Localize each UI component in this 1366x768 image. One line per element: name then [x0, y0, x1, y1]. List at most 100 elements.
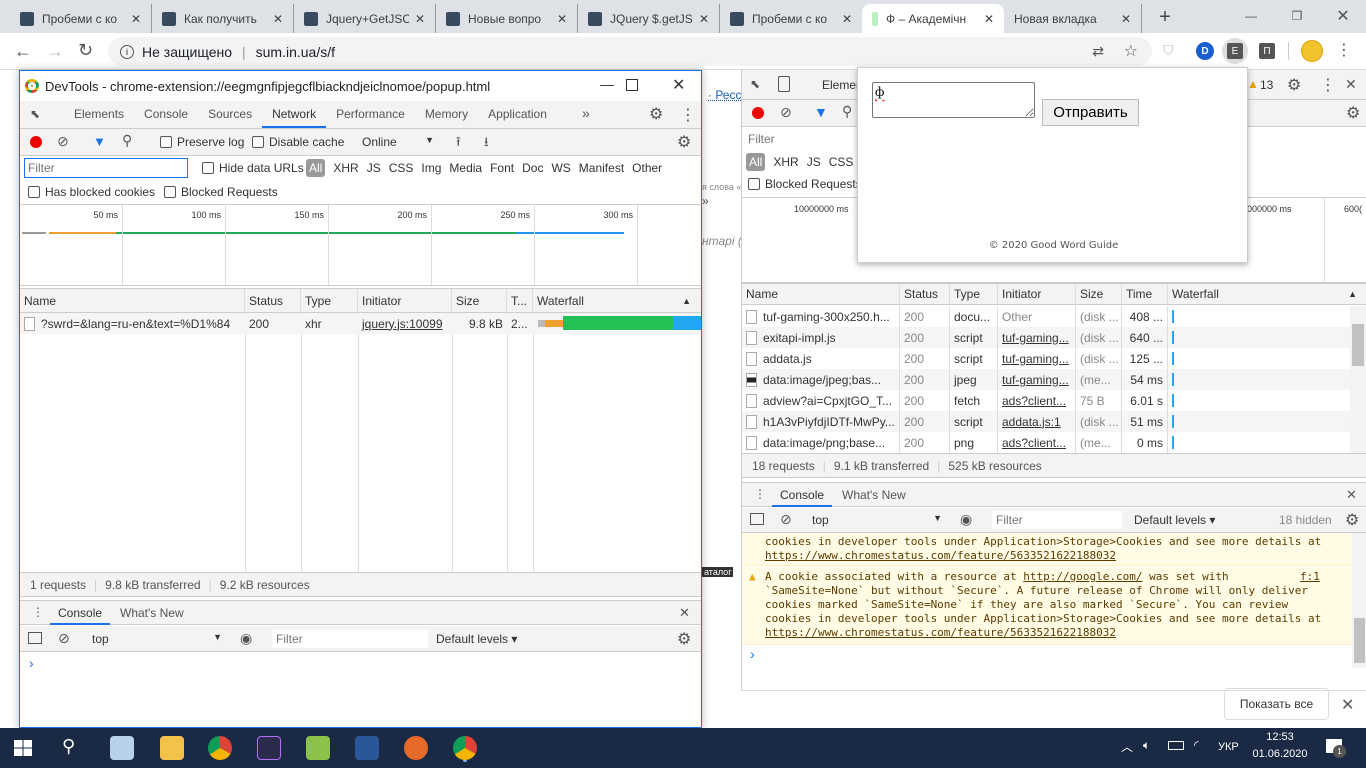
column-type[interactable]: Type — [950, 284, 998, 304]
console-settings-icon[interactable]: ⚙ — [1345, 510, 1359, 530]
more-panels-icon[interactable]: » — [582, 105, 590, 121]
clear-icon[interactable]: ⊘ — [780, 104, 792, 121]
filter-funnel-icon[interactable]: ▼ — [93, 134, 106, 149]
browser-tab[interactable]: Jquery+GetJSO ✕ — [294, 4, 436, 33]
table-row[interactable]: data:image/png;base... 200 png ads?client..… — [742, 432, 1350, 453]
record-icon[interactable] — [752, 107, 764, 119]
type-filter-all[interactable]: All — [746, 153, 766, 171]
back-arrow-icon[interactable]: ← — [14, 41, 32, 62]
tab-sources[interactable]: Sources — [198, 101, 262, 128]
reload-icon[interactable]: ↻ — [78, 40, 93, 61]
shield-extension-icon[interactable]: ⛉ — [1163, 42, 1174, 59]
tab-network[interactable]: Network — [262, 101, 327, 128]
console-prompt[interactable]: › — [29, 655, 34, 671]
eye-icon[interactable]: ◉ — [960, 511, 972, 528]
log-levels-select[interactable]: Default levels ▾ — [1134, 513, 1215, 527]
tab-close-icon[interactable]: ✕ — [699, 12, 709, 26]
taskbar-app-icon[interactable] — [404, 736, 428, 760]
close-downloads-icon[interactable]: ✕ — [1341, 695, 1354, 715]
tab-console[interactable]: Console — [134, 101, 198, 128]
has-blocked-cookies-checkbox[interactable]: Has blocked cookies — [28, 185, 155, 199]
extension-d-icon[interactable]: D — [1196, 42, 1214, 60]
network-filter-input[interactable] — [744, 129, 854, 149]
request-initiator[interactable]: jquery.js:10099 — [358, 313, 452, 334]
message-source-link[interactable]: f:1 — [1300, 570, 1320, 584]
column-size[interactable]: Size — [452, 289, 507, 312]
console-filter-input[interactable] — [272, 630, 428, 648]
submit-button[interactable]: Отправить — [1042, 99, 1139, 126]
tab-close-icon[interactable]: ✕ — [842, 12, 852, 26]
new-tab-button[interactable]: + — [1152, 4, 1178, 30]
type-filter-js[interactable]: JS — [807, 155, 821, 169]
battery-icon[interactable] — [1168, 741, 1184, 750]
disable-cache-checkbox[interactable]: Disable cache — [252, 135, 344, 149]
table-row[interactable]: tuf-gaming-300x250.h... 200 docu... Other (d… — [742, 306, 1350, 327]
browser-tab[interactable]: Пробеми с ко ✕ — [720, 4, 862, 33]
column-waterfall[interactable]: Waterfall ▲ — [533, 289, 701, 312]
browser-tab[interactable]: Новые вопро ✕ — [436, 4, 578, 33]
browser-menu-icon[interactable]: ⋮ — [1336, 40, 1352, 60]
network-settings-icon[interactable]: ⚙ — [1346, 103, 1360, 123]
type-filter-xhr[interactable]: XHR — [773, 155, 798, 169]
filter-funnel-icon[interactable]: ▼ — [814, 104, 828, 120]
browser-tab[interactable]: Пробеми с ко ✕ — [10, 4, 152, 33]
column-initiator[interactable]: Initiator — [358, 289, 452, 312]
profile-avatar[interactable] — [1301, 40, 1323, 62]
column-initiator[interactable]: Initiator — [998, 284, 1076, 304]
console-scrollbar[interactable] — [1352, 533, 1366, 668]
taskbar-app-icon[interactable] — [306, 736, 330, 760]
column-name[interactable]: Name — [20, 289, 245, 312]
phpstorm-icon[interactable] — [257, 736, 281, 760]
restore-button[interactable]: ❐ — [1282, 6, 1312, 26]
scrollbar-thumb[interactable] — [1354, 618, 1365, 663]
file-explorer-icon[interactable] — [160, 736, 184, 760]
tray-chevron-icon[interactable]: ︿ — [1121, 738, 1133, 755]
drawer-tab-console[interactable]: Console — [50, 601, 111, 625]
context-select[interactable]: top ▼ — [812, 513, 942, 527]
clear-console-icon[interactable]: ⊘ — [58, 630, 70, 647]
close-drawer-icon[interactable]: ✕ — [679, 605, 690, 621]
omnibox[interactable]: i Не защищено | sum.in.ua/s/f ⇄ ☆ — [108, 37, 1152, 66]
browser-tab-active[interactable]: Ф – Академічн ✕ — [862, 4, 1004, 33]
language-indicator[interactable]: УКР — [1218, 741, 1239, 753]
table-row[interactable]: addata.js 200 script tuf-gaming... (disk ...… — [742, 348, 1350, 369]
clear-console-icon[interactable]: ⊘ — [780, 511, 792, 528]
inspect-element-icon[interactable]: ⬉ — [750, 77, 760, 91]
console-settings-icon[interactable]: ⚙ — [677, 629, 691, 649]
hide-data-urls-checkbox[interactable]: Hide data URLs — [202, 161, 304, 175]
tab-memory[interactable]: Memory — [415, 101, 478, 128]
more-options-icon[interactable]: ⋮ — [1320, 75, 1336, 95]
start-button[interactable] — [14, 740, 32, 756]
tab-elements[interactable]: Elements — [64, 101, 134, 128]
console-prompt[interactable]: › — [750, 646, 755, 662]
throttling-select[interactable]: Online ▼ — [362, 135, 434, 149]
extension-e-button[interactable]: E — [1222, 38, 1248, 64]
word-textarea[interactable]: ф — [872, 82, 1035, 118]
record-icon[interactable] — [30, 136, 42, 148]
table-row[interactable]: data:image/jpeg;bas... 200 jpeg tuf-gaming.… — [742, 369, 1350, 390]
tab-application[interactable]: Application — [478, 101, 557, 128]
column-status[interactable]: Status — [245, 289, 301, 312]
device-toolbar-icon[interactable] — [778, 76, 790, 92]
type-filter-css[interactable]: CSS — [389, 161, 414, 175]
type-filter-font[interactable]: Font — [490, 161, 514, 175]
wifi-icon[interactable]: ◜ — [1194, 738, 1199, 752]
settings-gear-icon[interactable]: ⚙ — [649, 104, 663, 124]
blocked-requests-checkbox[interactable]: Blocked Requests — [748, 177, 862, 191]
column-time[interactable]: Time — [1122, 284, 1168, 304]
warning-count[interactable]: 13 — [1260, 78, 1273, 92]
url-text[interactable]: sum.in.ua/s/f — [256, 44, 335, 60]
export-har-icon[interactable]: ⭳ — [484, 133, 489, 155]
network-settings-icon[interactable]: ⚙ — [677, 132, 691, 152]
console-link[interactable]: https://www.chromestatus.com/feature/563… — [765, 626, 1352, 640]
type-filter-doc[interactable]: Doc — [522, 161, 543, 175]
context-select[interactable]: top ▼ — [92, 632, 222, 646]
column-type[interactable]: Type — [301, 289, 358, 312]
request-name[interactable]: ?swrd=&lang=ru-en&text=%D1%84 — [20, 313, 245, 334]
request-initiator[interactable]: ads?client... — [998, 390, 1076, 411]
request-initiator[interactable]: ads?client... — [998, 432, 1076, 453]
import-har-icon[interactable]: ⭱ — [456, 133, 461, 155]
drawer-menu-icon[interactable]: ⋮ — [32, 605, 44, 619]
minimize-button[interactable]: — — [1236, 6, 1266, 26]
drawer-tab-console[interactable]: Console — [772, 483, 833, 507]
